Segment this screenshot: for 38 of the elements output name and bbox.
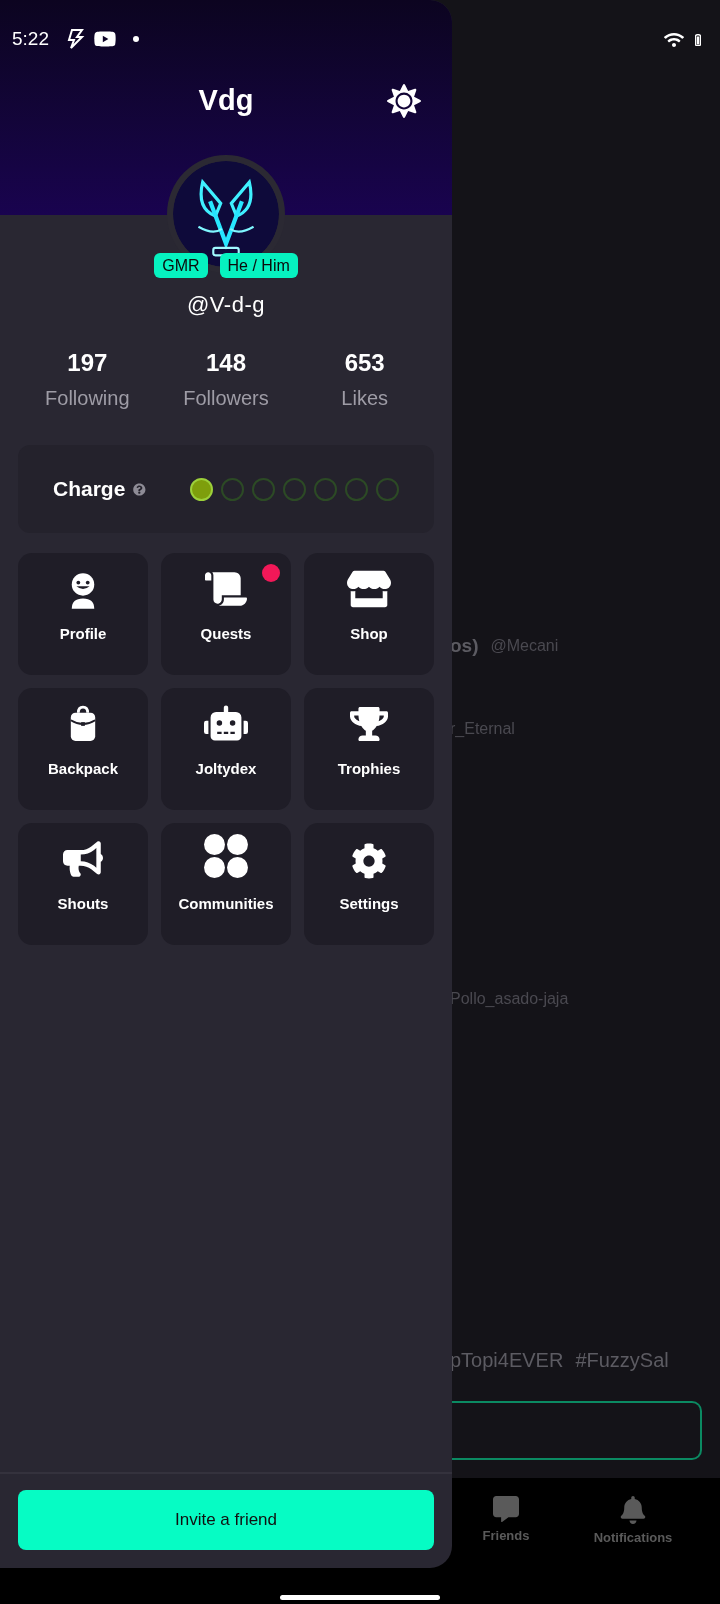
help-icon[interactable] <box>133 480 146 498</box>
theme-toggle-icon[interactable] <box>387 84 421 118</box>
username-handle: @V-d-g <box>186 291 266 319</box>
store-icon <box>347 568 391 609</box>
feed-handle: r_Eternal <box>450 719 516 739</box>
charge-label: Charge <box>53 476 126 503</box>
backpack-icon <box>68 703 98 744</box>
feed-name: os) <box>450 633 479 658</box>
stat-value: 653 <box>344 348 385 378</box>
menu-tile[interactable]: Profile <box>18 553 148 675</box>
menu-tile[interactable]: Shop <box>304 553 434 675</box>
profile-title: Vdg <box>198 83 254 119</box>
megaphone-icon <box>63 838 103 879</box>
stat-label: Following <box>45 386 130 411</box>
four-circles-icon <box>203 832 249 879</box>
menu-tile[interactable]: Communities <box>161 823 291 945</box>
speech-bubble-icon <box>493 1496 519 1522</box>
invite-button[interactable]: Invite a friend <box>18 1490 434 1550</box>
bell-icon <box>620 1496 646 1524</box>
video-icon <box>93 29 117 49</box>
feed-handle: Pollo_asado-jaja <box>450 989 570 1009</box>
menu-tile[interactable]: Trophies <box>304 688 434 810</box>
stat-value: 148 <box>205 348 246 378</box>
clock: 5:22 <box>12 26 49 51</box>
stat-label: Followers <box>183 386 269 411</box>
wifi-icon <box>664 31 684 49</box>
profile-tag: GMR <box>154 253 208 278</box>
settings-icon <box>351 842 387 879</box>
profile-tag: He / Him <box>219 253 298 278</box>
menu-tile[interactable]: Quests <box>161 553 291 675</box>
lightning-icon <box>65 29 85 49</box>
stat-value: 197 <box>67 348 108 378</box>
menu-tile[interactable]: Settings <box>304 823 434 945</box>
menu-tile[interactable]: Shouts <box>18 823 148 945</box>
menu-tile[interactable]: Joltydex <box>161 688 291 810</box>
stat-label: Likes <box>341 386 388 411</box>
menu-tile[interactable]: Backpack <box>18 688 148 810</box>
feed-handle: @Mecani <box>490 636 559 656</box>
